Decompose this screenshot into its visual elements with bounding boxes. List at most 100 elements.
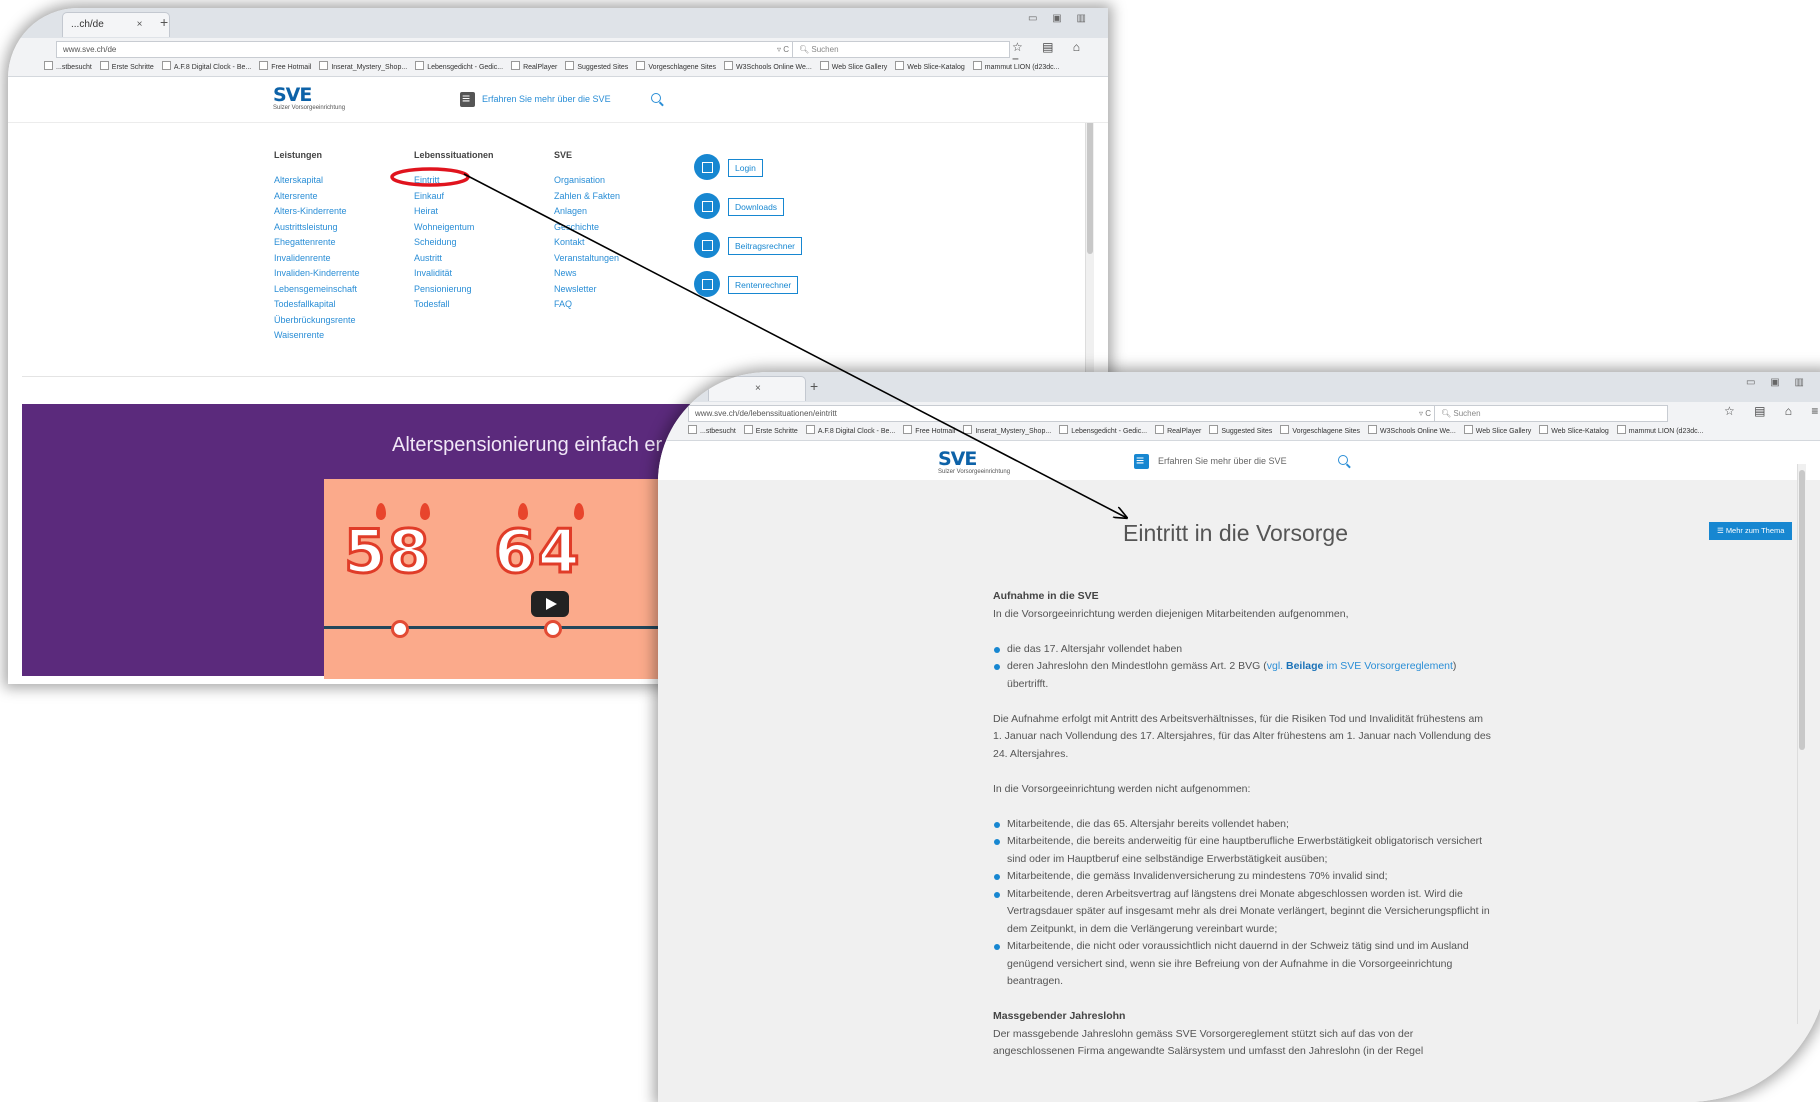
bookmark-item[interactable]: A.F.8 Digital Clock - Be... xyxy=(162,64,251,71)
menu-link[interactable]: Alterskapital xyxy=(274,173,360,189)
timeline-marker[interactable] xyxy=(391,620,409,638)
beilage-link[interactable]: vgl. Beilage im SVE Vorsorgereglement xyxy=(1267,660,1453,672)
menu-link[interactable]: FAQ xyxy=(554,297,620,313)
bookmark-item[interactable]: Suggested Sites xyxy=(1209,428,1272,435)
menu-link[interactable]: Eintritt xyxy=(414,173,494,189)
bookmark-item[interactable]: Erste Schritte xyxy=(100,64,154,71)
bookmark-item[interactable]: Inserat_Mystery_Shop... xyxy=(963,428,1051,435)
bookmark-item[interactable]: Inserat_Mystery_Shop... xyxy=(319,64,407,71)
bookmark-item[interactable]: Web Slice-Katalog xyxy=(1539,428,1608,435)
browser-search-field[interactable]: 🔍︎ Suchen xyxy=(1434,405,1668,422)
bookmark-item[interactable]: mammut LION (d23dc... xyxy=(973,64,1060,71)
menu-link[interactable]: Pensionierung xyxy=(414,282,494,298)
page-scrollbar[interactable] xyxy=(1085,78,1094,378)
reload-icon[interactable]: ▿ C xyxy=(1419,406,1431,421)
tab-close-icon[interactable]: × xyxy=(755,383,761,394)
rentenrechner-button[interactable]: Rentenrechner xyxy=(728,276,799,294)
menu-link[interactable]: Alters-Kinderrente xyxy=(274,204,360,220)
bookmark-item[interactable]: ...stbesucht xyxy=(44,64,92,71)
timeline-marker[interactable] xyxy=(544,620,562,638)
menu-icon[interactable] xyxy=(1134,452,1149,469)
menu-link[interactable]: Wohneigentum xyxy=(414,220,494,236)
bookmark-item[interactable]: Free Hotmail xyxy=(259,64,311,71)
page-title: Eintritt in die Vorsorge xyxy=(1123,520,1349,546)
menu-link[interactable]: Ehegattenrente xyxy=(274,235,360,251)
menu-link[interactable]: Altersrente xyxy=(274,189,360,205)
video-timeline[interactable] xyxy=(324,626,664,629)
bookmark-item[interactable]: Vorgeschlagene Sites xyxy=(1280,428,1360,435)
login-icon[interactable] xyxy=(694,154,720,180)
login-button[interactable]: Login xyxy=(728,159,763,177)
bookmark-item[interactable]: mammut LION (d23dc... xyxy=(1617,428,1704,435)
bookmark-item[interactable]: W3Schools Online We... xyxy=(724,64,812,71)
bookmarks-bar: ...stbesucht Erste Schritte A.F.8 Digital … xyxy=(8,60,1108,77)
menu-link[interactable]: Organisation xyxy=(554,173,620,189)
browser-tab-bar: × + ▭ ▣ ▥ xyxy=(658,372,1820,403)
minus-icon[interactable] xyxy=(694,271,720,297)
bookmark-item[interactable]: A.F.8 Digital Clock - Be... xyxy=(806,428,895,435)
browser-search-field[interactable]: 🔍︎ Suchen xyxy=(792,41,1010,58)
menu-link[interactable]: Scheidung xyxy=(414,235,494,251)
menu-link[interactable]: Überbrückungsrente xyxy=(274,313,360,329)
video-number-64: 64 xyxy=(493,516,582,589)
browser-nav-icons[interactable]: ☆ ▤ ⌂ ≡ xyxy=(1724,404,1820,418)
search-icon[interactable] xyxy=(1338,455,1348,465)
menu-link[interactable]: Todesfall xyxy=(414,297,494,313)
menu-label[interactable]: Erfahren Sie mehr über die SVE xyxy=(1158,456,1287,466)
menu-link[interactable]: News xyxy=(554,266,620,282)
sve-logo[interactable]: SVE Sulzer Vorsorgeeinrichtung xyxy=(273,86,345,112)
downloads-button[interactable]: Downloads xyxy=(728,198,785,216)
menu-link[interactable]: Todesfallkapital xyxy=(274,297,360,313)
menu-link[interactable]: Austrittsleistung xyxy=(274,220,360,236)
menu-link[interactable]: Austritt xyxy=(414,251,494,267)
menu-link[interactable]: Anlagen xyxy=(554,204,620,220)
bookmark-item[interactable]: Lebensgedicht - Gedic... xyxy=(415,64,503,71)
page-scrollbar[interactable] xyxy=(1797,464,1806,1024)
download-icon[interactable] xyxy=(694,193,720,219)
reload-icon[interactable]: ▿ C xyxy=(777,42,789,57)
bookmark-item[interactable]: Suggested Sites xyxy=(565,64,628,71)
bookmark-item[interactable]: Erste Schritte xyxy=(744,428,798,435)
bookmark-item[interactable]: Web Slice-Katalog xyxy=(895,64,964,71)
play-icon[interactable] xyxy=(531,591,569,617)
window-controls[interactable]: ▭ ▣ ▥ xyxy=(1028,13,1092,24)
bookmark-item[interactable]: W3Schools Online We... xyxy=(1368,428,1456,435)
bookmark-item[interactable]: RealPlayer xyxy=(511,64,557,71)
menu-link[interactable]: Invaliden-Kinderrente xyxy=(274,266,360,282)
menu-label[interactable]: Erfahren Sie mehr über die SVE xyxy=(482,94,611,104)
bookmark-item[interactable]: RealPlayer xyxy=(1155,428,1201,435)
sve-logo[interactable]: SVE Sulzer Vorsorgeeinrichtung xyxy=(938,450,1010,476)
window-controls[interactable]: ▭ ▣ ▥ xyxy=(1746,377,1810,388)
menu-icon[interactable] xyxy=(460,90,475,107)
tab-close-icon[interactable]: × xyxy=(137,19,143,30)
menu-link[interactable]: Geschichte xyxy=(554,220,620,236)
menu-link[interactable]: Kontakt xyxy=(554,235,620,251)
scrollbar-thumb[interactable] xyxy=(1799,470,1805,750)
mehr-zum-thema-button[interactable]: ☰ Mehr zum Thema xyxy=(1709,522,1793,540)
bookmark-item[interactable]: Vorgeschlagene Sites xyxy=(636,64,716,71)
menu-link[interactable]: Zahlen & Fakten xyxy=(554,189,620,205)
url-field[interactable]: www.sve.ch/de/lebenssituationen/eintritt… xyxy=(688,405,1436,422)
bookmark-item[interactable]: Web Slice Gallery xyxy=(820,64,888,71)
menu-link[interactable]: Heirat xyxy=(414,204,494,220)
plus-icon[interactable] xyxy=(694,232,720,258)
menu-link[interactable]: Newsletter xyxy=(554,282,620,298)
url-field[interactable]: www.sve.ch/de ▿ C xyxy=(56,41,794,58)
new-tab-icon[interactable]: + xyxy=(160,14,168,30)
new-tab-icon[interactable]: + xyxy=(810,378,818,394)
menu-link[interactable]: Veranstaltungen xyxy=(554,251,620,267)
browser-tab[interactable]: ...ch/de × xyxy=(62,12,170,37)
menu-link[interactable]: Invalidenrente xyxy=(274,251,360,267)
beitragsrechner-button[interactable]: Beitragsrechner xyxy=(728,237,803,255)
bookmark-item[interactable]: ...stbesucht xyxy=(688,428,736,435)
bookmark-item[interactable]: Free Hotmail xyxy=(903,428,955,435)
bookmark-item[interactable]: Lebensgedicht - Gedic... xyxy=(1059,428,1147,435)
menu-link[interactable]: Waisenrente xyxy=(274,328,360,344)
video-player[interactable]: 58 64 xyxy=(324,479,664,679)
menu-link[interactable]: Lebensgemeinschaft xyxy=(274,282,360,298)
search-icon[interactable] xyxy=(651,93,661,103)
bookmark-item[interactable]: Web Slice Gallery xyxy=(1464,428,1532,435)
menu-link[interactable]: Invalidität xyxy=(414,266,494,282)
browser-tab[interactable]: × xyxy=(708,376,806,401)
menu-link[interactable]: Einkauf xyxy=(414,189,494,205)
